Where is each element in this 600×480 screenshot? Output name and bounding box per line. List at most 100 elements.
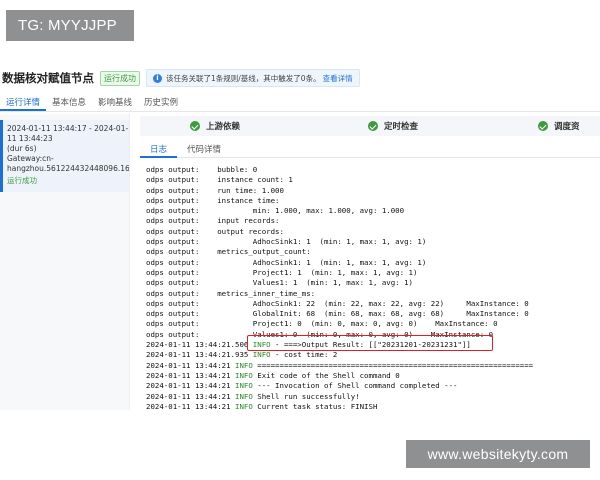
log-prefix: odps output: (146, 185, 200, 195)
log-text: metrics_output_count: (199, 247, 311, 257)
log-line: 2024-01-11 13:44:21.506 INFO - ===>Outpu… (146, 340, 600, 350)
status-badge: 运行成功 (100, 70, 140, 86)
log-text: min: 1.000, max: 1.000, avg: 1.000 (199, 206, 405, 216)
log-line: odps output: AdhocSink1: 1 (min: 1, max:… (146, 237, 600, 247)
log-line: odps output: Project1: 1 (min: 1, max: 1… (146, 268, 600, 278)
log-line: 2024-01-11 13:44:21 INFO ===============… (146, 361, 600, 371)
run-gateway-line1: Gateway:cn- (7, 154, 54, 163)
log-text: input records: (199, 216, 280, 226)
log-line: odps output: AdhocSink1: 1 (min: 1, max:… (146, 258, 600, 268)
log-prefix: odps output: (146, 226, 200, 236)
run-duration: (dur 6s) (7, 144, 37, 153)
log-text: AdhocSink1: 1 (min: 1, max: 1, avg: 1) (199, 237, 427, 247)
log-prefix: 2024-01-11 13:44:21 (146, 391, 231, 401)
log-level: INFO (235, 370, 253, 380)
step-label: 上游依赖 (206, 122, 241, 132)
log-text: metrics_inner_time_ms: (199, 288, 316, 298)
tab-basic-info[interactable]: 基本信息 (46, 94, 92, 111)
log-line: odps output: min: 1.000, max: 1.000, avg… (146, 206, 600, 216)
log-prefix: odps output: (146, 298, 200, 308)
step-schedule-resource[interactable]: 调度资 (538, 120, 580, 132)
step-timer-check[interactable]: 定时检查 (368, 120, 418, 132)
log-prefix: odps output: (146, 206, 200, 216)
log-prefix: odps output: (146, 267, 200, 277)
step-label: 定时检查 (384, 122, 419, 132)
log-line: odps output: run time: 1.000 (146, 186, 600, 196)
tab-history-instances[interactable]: 历史实例 (138, 94, 184, 111)
log-line: odps output: bubble: 0 (146, 165, 600, 175)
log-line: odps output: instance time: (146, 196, 600, 206)
log-subtabs: 日志 代码详情 (140, 141, 600, 158)
log-prefix: odps output: (146, 309, 200, 319)
log-text: AdhocSink1: 22 (min: 22, max: 22, avg: 2… (199, 298, 529, 308)
log-prefix: 2024-01-11 13:44:21 (146, 360, 231, 370)
page-title: 数据核对赋值节点 (2, 71, 94, 85)
log-level: INFO (235, 391, 253, 401)
log-level: INFO (235, 360, 253, 370)
log-line: 2024-01-11 13:44:21.935 INFO - cost time… (146, 350, 600, 360)
run-time-line1: 2024-01-11 13:44:17 - 2024-01- (7, 124, 129, 133)
log-prefix: odps output: (146, 257, 200, 267)
run-gateway-line2: hangzhou.561224432448096.16705 (7, 164, 130, 173)
log-line: odps output: instance count: 1 (146, 175, 600, 185)
log-line: odps output: AdhocSink1: 22 (min: 22, ma… (146, 299, 600, 309)
log-prefix: odps output: (146, 216, 200, 226)
log-text: instance count: 1 (199, 175, 293, 185)
log-text: Values1: 0 (min: 0, max: 0, avg: 0) MaxI… (199, 329, 494, 339)
run-record-card[interactable]: 2024-01-11 13:44:17 - 2024-01- 11 13:44:… (0, 120, 129, 192)
log-text: AdhocSink1: 1 (min: 1, max: 1, avg: 1) (199, 257, 427, 267)
log-prefix: odps output: (146, 319, 200, 329)
page-header: 数据核对赋值节点 运行成功 i 该任务关联了1条规则/基线，其中触发了0条。 查… (0, 68, 360, 88)
tab-log[interactable]: 日志 (140, 141, 178, 158)
step-upstream[interactable]: 上游依赖 (190, 120, 240, 132)
log-level: INFO (252, 350, 271, 360)
pipeline-steps: 上游依赖 定时检查 调度资 (140, 116, 600, 136)
view-details-link[interactable]: 查看详情 (323, 73, 353, 84)
log-line: odps output: input records: (146, 216, 600, 226)
check-circle-icon (190, 121, 200, 131)
log-line: odps output: Project1: 0 (min: 0, max: 0… (146, 319, 600, 329)
log-text: bubble: 0 (199, 165, 258, 174)
log-prefix: odps output: (146, 288, 200, 298)
log-line: odps output: metrics_output_count: (146, 247, 600, 257)
log-text: --- Invocation of Shell command complete… (252, 381, 458, 391)
log-line: 2024-01-11 13:44:21 INFO Shell run succe… (146, 392, 600, 402)
run-sidebar: 2024-01-11 13:44:17 - 2024-01- 11 13:44:… (0, 114, 130, 410)
log-text: instance time: (199, 195, 280, 205)
log-text: - ===>Output Result: [["20231201-2023123… (270, 340, 471, 350)
log-text: run time: 1.000 (199, 185, 284, 195)
run-time-line2: 11 13:44:23 (7, 134, 53, 143)
top-tabs: 运行详情 基本信息 影响基线 历史实例 (0, 94, 600, 112)
log-level: INFO (235, 381, 253, 391)
log-prefix: odps output: (146, 237, 200, 247)
log-prefix: 2024-01-11 13:44:21.506 (146, 340, 249, 350)
log-text: GlobalInit: 68 (min: 68, max: 68, avg: 6… (199, 309, 529, 319)
log-text: Values1: 1 (min: 1, max: 1, avg: 1) (199, 278, 413, 288)
tab-run-details[interactable]: 运行详情 (0, 94, 47, 111)
log-prefix: odps output: (146, 195, 200, 205)
log-text: Project1: 0 (min: 0, max: 0, avg: 0) Max… (199, 319, 498, 329)
log-text: Current task status: FINISH (252, 401, 378, 411)
log-line: odps output: output records: (146, 227, 600, 237)
log-line: odps output: Values1: 1 (min: 1, max: 1,… (146, 278, 600, 288)
log-line: odps output: GlobalInit: 68 (min: 68, ma… (146, 309, 600, 319)
step-label: 调度资 (554, 122, 580, 132)
log-output: odps output: bubble: 0 odps output: insta… (146, 165, 600, 413)
info-text: 该任务关联了1条规则/基线，其中触发了0条。 (166, 73, 321, 83)
log-prefix: 2024-01-11 13:44:21 (146, 370, 231, 380)
check-circle-icon (538, 121, 548, 131)
tab-impact-baseline[interactable]: 影响基线 (92, 94, 138, 111)
log-line: odps output: Values1: 0 (min: 0, max: 0,… (146, 330, 600, 340)
log-text: output records: (199, 226, 284, 236)
info-icon: i (153, 73, 162, 83)
log-prefix: odps output: (146, 175, 200, 185)
tab-code-details[interactable]: 代码详情 (177, 141, 231, 158)
log-prefix: 2024-01-11 13:44:21.935 (146, 350, 249, 360)
log-line: 2024-01-11 13:44:21 INFO Current task st… (146, 402, 600, 412)
log-line: 2024-01-11 13:44:21 INFO --- Invocation … (146, 381, 600, 391)
log-text: Project1: 1 (min: 1, max: 1, avg: 1) (199, 267, 418, 277)
log-text: Shell run successfully! (252, 391, 360, 401)
log-prefix: odps output: (146, 329, 200, 339)
log-line: 2024-01-11 13:44:21 INFO Exit code of th… (146, 371, 600, 381)
log-prefix: odps output: (146, 278, 200, 288)
